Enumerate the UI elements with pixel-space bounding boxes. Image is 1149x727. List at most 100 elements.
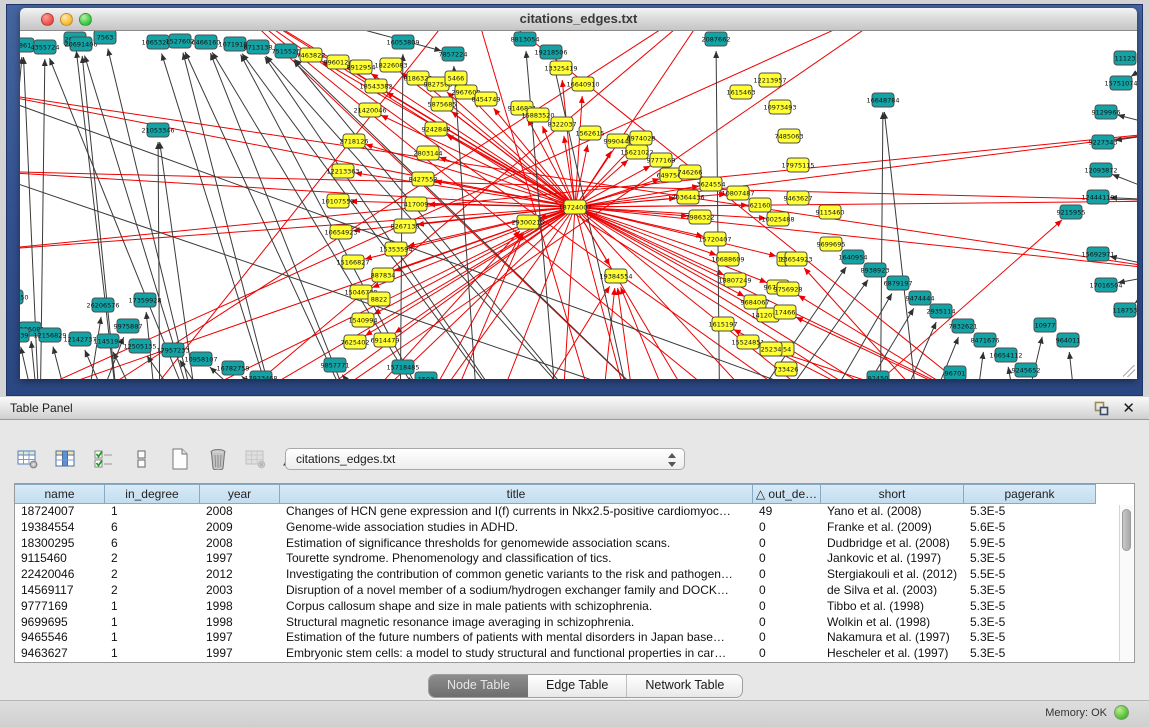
graph-node[interactable]: 6914479 — [371, 333, 400, 347]
column-header-short[interactable]: short — [821, 484, 964, 504]
table-cell[interactable]: 5.3E-5 — [964, 599, 1096, 615]
column-header-year[interactable]: year — [200, 484, 280, 504]
graph-edge[interactable] — [31, 341, 40, 379]
table-cell[interactable]: 2003 — [200, 583, 280, 599]
graph-node[interactable]: 17466 — [774, 305, 796, 319]
graph-node[interactable]: 746266 — [678, 165, 703, 179]
table-cell[interactable]: Disruption of a novel member of a sodium… — [280, 583, 753, 599]
table-row[interactable]: 2242004622012Investigating the contribut… — [15, 567, 1134, 583]
delete-table-icon[interactable] — [206, 447, 230, 471]
graph-node[interactable]: 12213363 — [326, 164, 359, 178]
table-row[interactable]: 911546021997Tourette syndrome. Phenomeno… — [15, 551, 1134, 567]
table-cell[interactable]: 1 — [105, 599, 200, 615]
graph-node[interactable]: 8471676 — [971, 333, 1000, 347]
graph-node[interactable]: 7463822 — [297, 48, 326, 62]
graph-node[interactable]: 1640954 — [839, 250, 868, 264]
table-cell[interactable]: Hescheler et al. (1997) — [821, 646, 964, 662]
graph-node[interactable]: 17359928 — [128, 293, 161, 307]
graph-edge[interactable] — [1069, 352, 1080, 379]
graph-node[interactable]: 20364436 — [671, 190, 704, 204]
graph-node[interactable]: 9777169 — [647, 153, 676, 167]
graph-node[interactable]: 1503 — [415, 372, 437, 379]
graph-node[interactable]: 2803144 — [414, 146, 443, 160]
graph-node[interactable]: 19384554 — [599, 269, 632, 283]
graph-node[interactable]: 2718126 — [340, 134, 369, 148]
tab-edge-table[interactable]: Edge Table — [528, 675, 626, 697]
graph-edge[interactable] — [158, 142, 160, 379]
show-columns-icon[interactable] — [54, 447, 78, 471]
graph-node[interactable]: 6974028 — [627, 131, 656, 145]
graph-edge[interactable] — [320, 231, 520, 379]
graph-edge[interactable] — [1118, 115, 1137, 131]
table-row[interactable]: 946554611997Estimation of the future num… — [15, 630, 1134, 646]
graph-node[interactable]: 417009 — [404, 197, 429, 211]
graph-edge[interactable] — [400, 54, 403, 379]
graph-node[interactable]: 8427552 — [409, 172, 438, 186]
graph-edge[interactable] — [1135, 271, 1137, 303]
table-cell[interactable]: Nakamura et al. (1997) — [821, 630, 964, 646]
graph-node[interactable]: 9474444 — [906, 291, 935, 305]
table-cell[interactable]: 6 — [105, 536, 200, 552]
graph-node[interactable]: 10654923 — [324, 225, 357, 239]
graph-node[interactable]: 5466 — [445, 71, 467, 85]
table-cell[interactable]: Dudbridge et al. (2008) — [821, 536, 964, 552]
graph-node[interactable]: 6466160 — [192, 35, 221, 49]
table-cell[interactable]: 9465546 — [15, 630, 105, 646]
graph-node[interactable]: 12142737 — [63, 332, 96, 346]
graph-node[interactable]: 7625402 — [341, 335, 370, 349]
row-height-icon[interactable] — [130, 447, 154, 471]
create-table-icon[interactable] — [168, 447, 192, 471]
table-cell[interactable]: Yano et al. (2008) — [821, 504, 964, 520]
graph-node[interactable]: 15692971 — [1081, 247, 1114, 261]
table-row[interactable]: 946362711997Embryonic stem cells: a mode… — [15, 646, 1134, 662]
graph-node[interactable]: 9227343 — [1089, 135, 1118, 149]
graph-node[interactable]: 9115460 — [816, 205, 845, 219]
graph-node[interactable]: 8267130 — [391, 219, 420, 233]
table-cell[interactable]: 1 — [105, 646, 200, 662]
graph-node[interactable]: 1615463 — [727, 85, 756, 99]
table-cell[interactable]: 19384554 — [15, 520, 105, 536]
vertical-scrollbar[interactable] — [1119, 505, 1133, 661]
graph-node[interactable]: 18543382 — [359, 79, 392, 93]
graph-node[interactable]: 21053346 — [141, 123, 174, 137]
window-resize-grip[interactable] — [1123, 365, 1135, 377]
memory-status-indicator[interactable] — [1114, 705, 1129, 720]
table-row[interactable]: 977716911998Corpus callosum shape and si… — [15, 599, 1134, 615]
table-cell[interactable]: Estimation of the future numbers of pati… — [280, 630, 753, 646]
table-cell[interactable]: 5.3E-5 — [964, 615, 1096, 631]
table-cell[interactable]: 14569117 — [15, 583, 105, 599]
graph-node[interactable]: 9242848 — [422, 122, 451, 136]
table-cell[interactable]: 18724007 — [15, 504, 105, 520]
table-cell[interactable]: Estimation of significance thresholds fo… — [280, 536, 753, 552]
table-cell[interactable]: 5.9E-5 — [964, 536, 1096, 552]
table-cell[interactable]: 0 — [753, 583, 821, 599]
graph-node[interactable]: 7832621 — [949, 319, 978, 333]
table-cell[interactable]: 0 — [753, 520, 821, 536]
column-header-pagerank[interactable]: pagerank — [964, 484, 1096, 504]
graph-node[interactable]: 9245652 — [1012, 363, 1041, 377]
graph-node[interactable]: 9975887 — [114, 319, 143, 333]
graph-node[interactable]: 16640910 — [566, 77, 599, 91]
table-cell[interactable]: 2008 — [200, 504, 280, 520]
graph-edge[interactable] — [1112, 174, 1137, 201]
table-cell[interactable]: 1 — [105, 504, 200, 520]
table-cell[interactable]: Tourette syndrome. Phenomenology and cla… — [280, 551, 753, 567]
table-settings-icon[interactable] — [16, 447, 40, 471]
graph-node[interactable]: 25234 — [760, 342, 782, 356]
table-cell[interactable]: 9699695 — [15, 615, 105, 631]
graph-node[interactable]: 10977 — [1034, 318, 1056, 332]
graph-node[interactable]: 8912954 — [347, 60, 376, 74]
graph-node[interactable]: 9684067 — [741, 295, 770, 309]
column-header-out_de[interactable]: △ out_de… — [753, 484, 821, 504]
table-cell[interactable]: Stergiakouli et al. (2012) — [821, 567, 964, 583]
graph-node[interactable]: 118753 — [1113, 303, 1137, 317]
table-cell[interactable]: 0 — [753, 599, 821, 615]
table-cell[interactable]: 1997 — [200, 630, 280, 646]
graph-edge[interactable] — [575, 207, 767, 283]
table-cell[interactable]: Embryonic stem cells: a model to study s… — [280, 646, 753, 662]
graph-edge[interactable] — [880, 112, 883, 379]
graph-edge[interactable] — [562, 80, 575, 207]
graph-node[interactable]: 7485063 — [775, 129, 804, 143]
graph-edge[interactable] — [210, 53, 360, 379]
graph-node[interactable]: 92450 — [867, 371, 889, 379]
